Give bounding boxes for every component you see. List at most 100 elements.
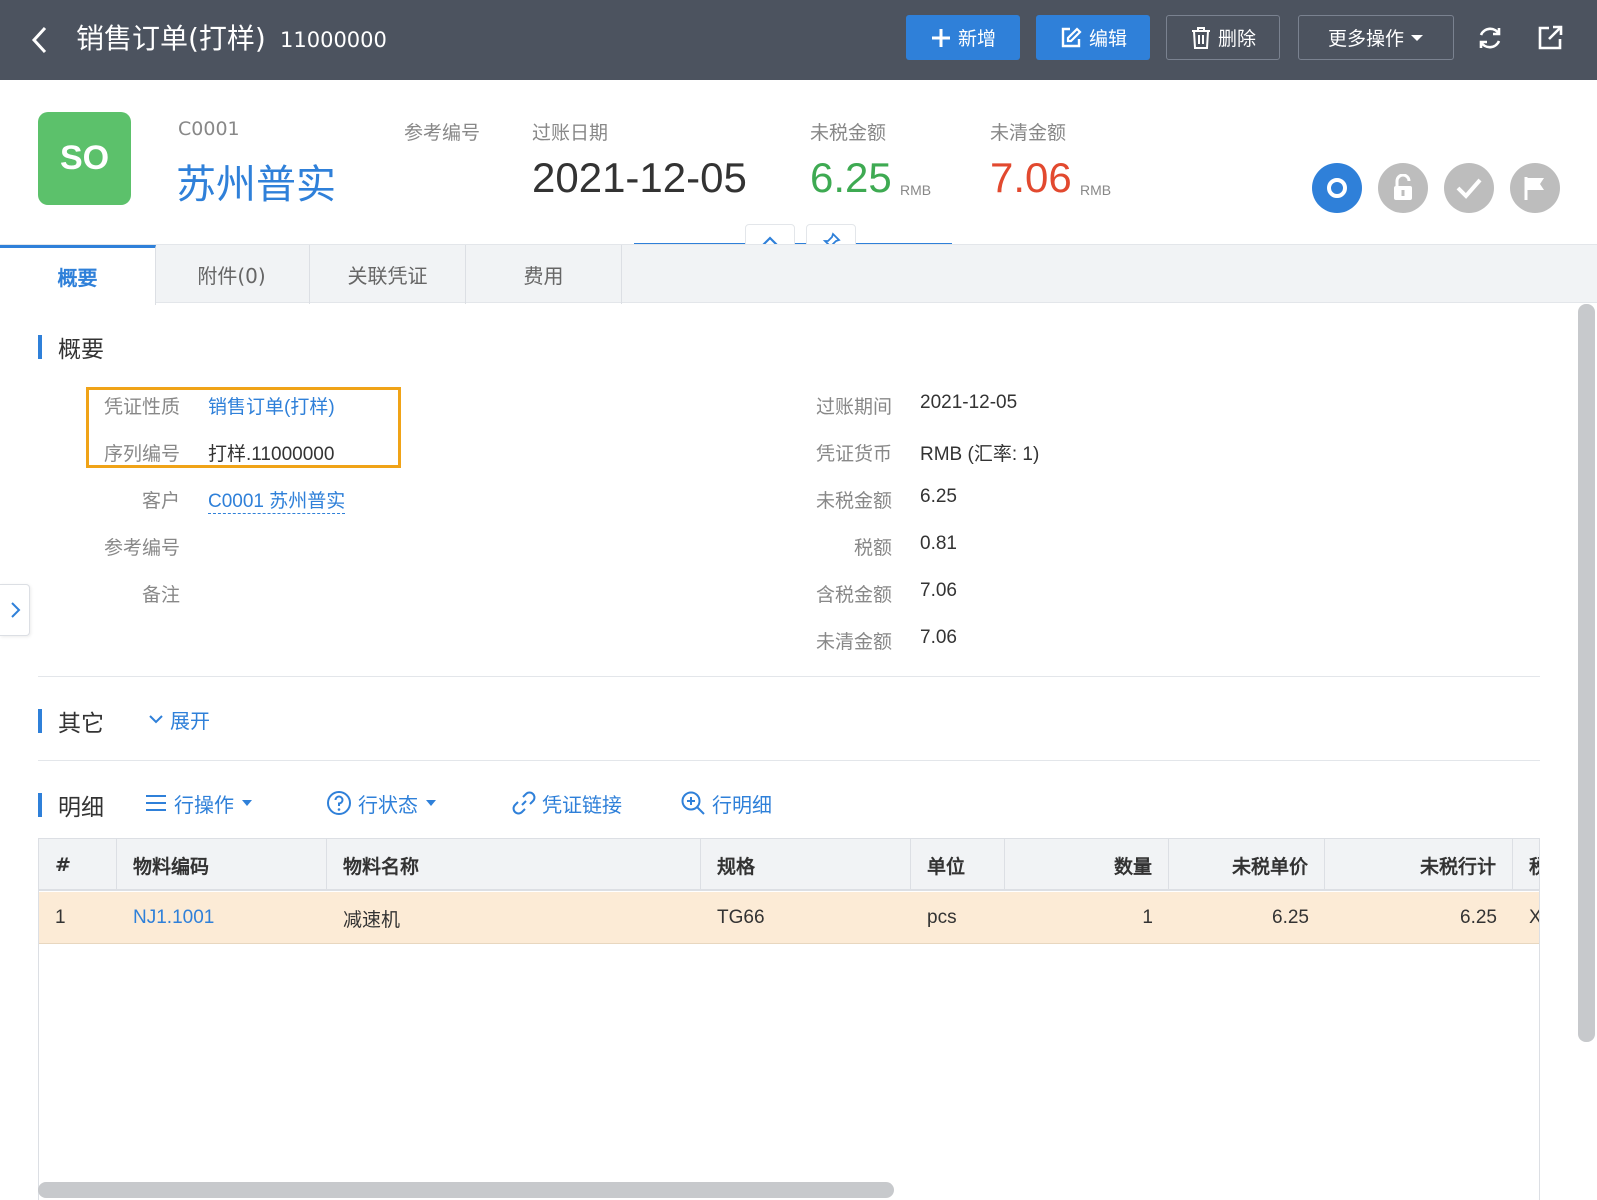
voucher-link-label: 凭证链接 [542, 792, 622, 817]
question-circle-icon [327, 791, 351, 815]
expand-other-button[interactable]: 展开 [148, 702, 210, 736]
column-header[interactable]: 物料编码 [117, 839, 327, 891]
other-section-title: 其它 [38, 704, 104, 738]
status-approve-button[interactable] [1444, 163, 1494, 213]
column-header[interactable]: # [39, 839, 117, 891]
trash-icon [1191, 26, 1210, 49]
row-operations-dropdown[interactable]: 行操作 [144, 786, 254, 820]
plus-icon [931, 28, 950, 47]
column-header[interactable]: 税 [1513, 839, 1539, 891]
tab-expenses[interactable]: 费用 [466, 245, 622, 304]
posting-period-label: 过账期间 [815, 396, 892, 418]
voucher-currency-label: 凭证货币 [815, 443, 892, 465]
material-code-link[interactable]: NJ1.1001 [117, 892, 327, 944]
open-external-button[interactable] [1532, 20, 1568, 56]
posting-period-value: 2021-12-05 [920, 392, 1018, 413]
column-header[interactable]: 未税单价 [1169, 839, 1325, 891]
delete-button-label: 删除 [1217, 28, 1256, 50]
caret-down-icon [242, 800, 252, 806]
status-open-button[interactable] [1312, 163, 1362, 213]
ref-no-label: 参考编号 [404, 122, 481, 144]
voucher-link-button[interactable]: 凭证链接 [512, 786, 622, 820]
delete-button[interactable]: 删除 [1166, 15, 1280, 60]
table-cell: 6.25 [1272, 907, 1309, 928]
voucher-nature-value[interactable]: 销售订单(打样) [208, 392, 335, 419]
back-button[interactable] [22, 22, 58, 58]
page-title: 销售订单(打样) [76, 22, 266, 55]
column-header[interactable]: 物料名称 [327, 839, 701, 891]
pretax-amount-label: 未税金额 [810, 122, 887, 144]
chevron-down-icon [149, 715, 163, 724]
post-date-label: 过账日期 [532, 122, 609, 144]
chevron-left-icon [31, 26, 47, 54]
customer-link[interactable]: C0001 苏州普实 [208, 486, 346, 514]
summary-section-title-text: 概要 [58, 337, 104, 363]
chevron-right-icon [10, 602, 20, 618]
open-currency: RMB [1080, 182, 1112, 198]
table-cell: X [1513, 892, 1539, 944]
table-cell: 1 [55, 907, 66, 928]
zoom-in-icon [681, 791, 705, 815]
tax-amount-value: 0.81 [920, 533, 957, 554]
menu-icon [146, 795, 166, 811]
remark-label: 备注 [141, 584, 180, 606]
tab-attachments[interactable]: 附件(0) [154, 245, 310, 304]
column-header[interactable]: 单位 [911, 839, 1005, 891]
horizontal-scrollbar[interactable] [38, 1182, 894, 1198]
row-operations-label: 行操作 [174, 792, 234, 817]
row-status-label: 行状态 [358, 792, 418, 817]
vertical-scrollbar[interactable] [1578, 304, 1595, 1042]
table-cell: 1 [1142, 907, 1153, 928]
caret-down-icon [426, 800, 436, 806]
column-header[interactable]: 数量 [1005, 839, 1169, 891]
section-divider [38, 676, 1540, 677]
side-panel-toggle[interactable] [0, 584, 30, 636]
check-icon [1456, 178, 1482, 199]
more-actions-label: 更多操作 [1327, 28, 1404, 50]
tab-bar: 概要 附件(0) 关联凭证 费用 [0, 244, 1597, 305]
row-detail-button[interactable]: 行明细 [680, 786, 772, 820]
detail-table: # 物料编码 物料名称 规格 单位 数量 未税单价 未税行计 税 1 NJ1.1… [38, 838, 1540, 1200]
tab-related-vouchers[interactable]: 关联凭证 [310, 245, 466, 304]
edit-icon [1061, 26, 1082, 47]
table-cell: TG66 [717, 907, 765, 928]
pretax-currency: RMB [900, 182, 932, 198]
add-button[interactable]: 新增 [906, 15, 1020, 60]
tax-included-value: 7.06 [920, 580, 957, 601]
summary-section-title: 概要 [38, 330, 104, 364]
caret-down-icon [1411, 34, 1423, 41]
serial-number-label: 序列编号 [103, 443, 180, 465]
flag-icon [1524, 177, 1544, 200]
table-cell: pcs [927, 907, 957, 928]
status-lock-button[interactable] [1378, 163, 1428, 213]
reference-no-label: 参考编号 [103, 537, 180, 559]
unlock-icon [1394, 174, 1412, 200]
add-button-label: 新增 [957, 28, 996, 50]
customer-label: 客户 [141, 490, 180, 512]
status-flag-button[interactable] [1510, 163, 1560, 213]
pretax-amount: 6.25 [810, 154, 892, 201]
document-number: 11000000 [280, 28, 387, 52]
detail-section-title: 明细 [38, 788, 104, 822]
external-link-icon [1538, 25, 1563, 50]
table-row[interactable]: 1 NJ1.1001 减速机 TG66 pcs 1 6.25 6.25 X [39, 892, 1539, 944]
refresh-icon [1479, 27, 1501, 49]
row-detail-label: 行明细 [712, 792, 772, 817]
circle-dot-icon [1327, 178, 1347, 198]
column-header[interactable]: 规格 [701, 839, 911, 891]
expand-label: 展开 [170, 708, 210, 733]
more-actions-dropdown[interactable]: 更多操作 [1298, 15, 1454, 60]
tax-included-label: 含税金额 [815, 584, 892, 606]
tab-summary[interactable]: 概要 [0, 245, 156, 305]
column-header[interactable]: 未税行计 [1325, 839, 1513, 891]
other-section-title-text: 其它 [58, 711, 104, 737]
refresh-button[interactable] [1472, 20, 1508, 56]
row-status-dropdown[interactable]: 行状态 [326, 786, 438, 820]
detail-section-title-text: 明细 [58, 795, 104, 821]
voucher-currency-value: RMB (汇率: 1) [920, 444, 1040, 465]
table-header: # 物料编码 物料名称 规格 单位 数量 未税单价 未税行计 税 [39, 839, 1539, 891]
voucher-nature-label: 凭证性质 [103, 396, 180, 418]
open-total-label: 未清金额 [815, 631, 892, 653]
customer-name[interactable]: 苏州普实 [176, 152, 336, 210]
edit-button[interactable]: 编辑 [1036, 15, 1150, 60]
